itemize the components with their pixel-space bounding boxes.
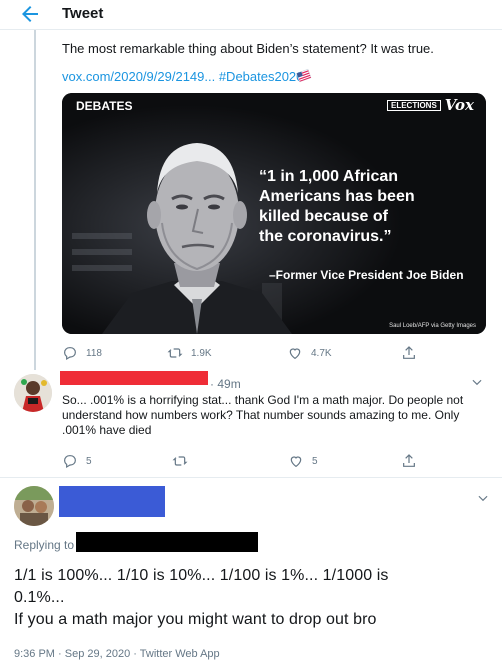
parent-tweet-actions: 118 1.9K 4.7K	[62, 343, 492, 363]
like-count: 4.7K	[311, 347, 332, 359]
reply-count: 118	[86, 347, 102, 359]
retweet-count: 1.9K	[191, 347, 212, 359]
redacted-username	[60, 371, 208, 385]
vox-logo: Vox	[444, 96, 474, 114]
like-icon	[290, 456, 302, 468]
card-quote-line: killed because of	[259, 208, 388, 225]
reply-timestamp[interactable]: · 49m	[210, 377, 241, 391]
like-icon	[289, 348, 301, 360]
card-quote-line: “1 in 1,000 African	[259, 168, 399, 185]
chevron-down-icon[interactable]	[470, 375, 484, 389]
retweet-icon	[172, 456, 188, 466]
top-header: Tweet	[0, 0, 502, 30]
parent-tweet-link[interactable]: vox.com/2020/9/29/2149... #Debates2020	[62, 69, 303, 84]
like-count: 5	[312, 455, 318, 467]
share-icon	[403, 346, 415, 359]
like-button[interactable]: 5	[288, 451, 318, 471]
main-tweet-text: 1/1 is 100%... 1/10 is 10%... 1/100 is 1…	[14, 565, 494, 631]
retweet-icon	[167, 348, 183, 358]
card-quote: “1 in 1,000 African Americans has been k…	[259, 167, 459, 247]
parent-tweet-text: The most remarkable thing about Biden’s …	[62, 41, 434, 56]
flag-emoji-icon	[296, 68, 312, 83]
share-icon	[403, 454, 415, 467]
divider	[0, 477, 502, 478]
retweet-button[interactable]	[172, 451, 196, 471]
back-arrow-icon[interactable]	[18, 2, 42, 26]
reply-count: 5	[86, 455, 92, 467]
card-attribution: –Former Vice President Joe Biden	[269, 268, 464, 282]
avatar[interactable]	[14, 486, 54, 526]
thread-connector-line	[34, 30, 36, 370]
reply-button[interactable]: 5	[62, 451, 92, 471]
redacted-username	[59, 486, 165, 517]
main-tweet-line: 1/1 is 100%... 1/10 is 10%... 1/100 is 1…	[14, 567, 389, 584]
reply-text: So... .001% is a horrifying stat... than…	[62, 393, 464, 437]
reply-time-value: 49m	[217, 377, 241, 391]
card-header-debates: DEBATES	[76, 99, 133, 113]
reply-icon	[64, 455, 76, 469]
reply-button[interactable]: 118	[62, 343, 102, 363]
page-title: Tweet	[62, 5, 104, 22]
avatar-image	[14, 486, 54, 526]
reply-actions: 5 5	[62, 451, 492, 471]
avatar-image	[14, 374, 52, 412]
card-quote-line: Americans has been	[259, 188, 415, 205]
redacted-replying-to-handle	[76, 532, 258, 552]
avatar[interactable]	[14, 374, 52, 412]
retweet-button[interactable]: 1.9K	[167, 343, 212, 363]
main-tweet-line: 0.1%...	[14, 589, 65, 606]
card-quote-line: the coronavirus.”	[259, 228, 392, 245]
card-brand: ELECTIONS Vox	[387, 96, 474, 114]
share-button[interactable]	[401, 343, 425, 363]
chevron-down-icon[interactable]	[476, 491, 490, 505]
photo-credit: Saul Loeb/AFP via Getty Images	[389, 323, 476, 329]
elections-badge: ELECTIONS	[387, 99, 441, 111]
reply-icon	[64, 347, 76, 361]
share-button[interactable]	[401, 451, 425, 471]
replying-to-label: Replying to	[14, 538, 75, 552]
like-button[interactable]: 4.7K	[287, 343, 332, 363]
main-tweet-line: If you a math major you might want to dr…	[14, 611, 377, 628]
link-preview-card[interactable]: DEBATES ELECTIONS Vox “1 in 1,000 African…	[62, 93, 486, 334]
tweet-meta[interactable]: 9:36 PM · Sep 29, 2020 · Twitter Web App	[14, 648, 220, 660]
